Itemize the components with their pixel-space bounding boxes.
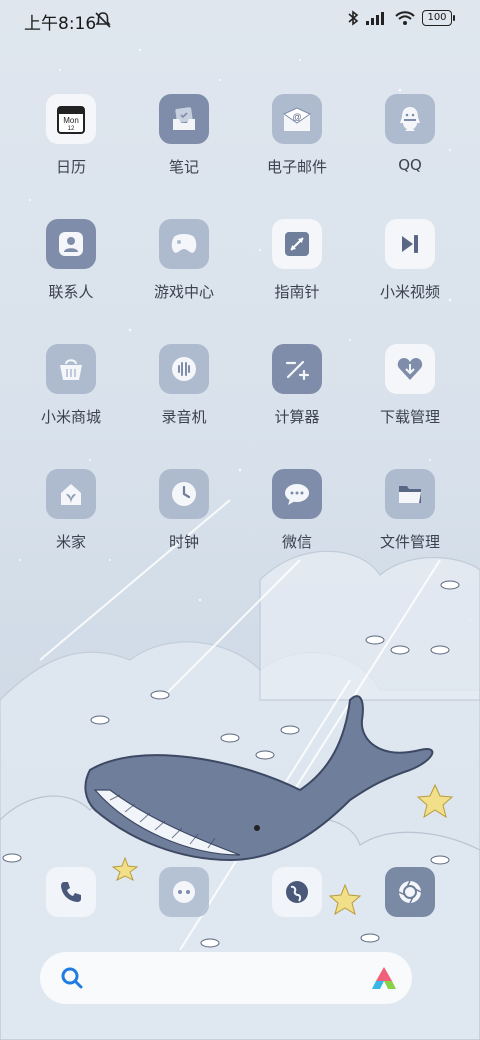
camera-icon (398, 880, 422, 904)
calculator-icon (272, 344, 322, 394)
app-game-center[interactable]: 游戏中心 (134, 219, 234, 302)
email-icon: @ (272, 94, 322, 144)
app-recorder[interactable]: 录音机 (134, 344, 234, 427)
app-contacts[interactable]: 联系人 (21, 219, 121, 302)
app-label: 时钟 (168, 533, 199, 551)
bluetooth-icon (348, 10, 359, 26)
app-mi-store[interactable]: 小米商城 (21, 344, 121, 427)
calendar-day: 12 (68, 126, 75, 132)
contacts-icon (46, 219, 96, 269)
app-clock[interactable]: 时钟 (134, 469, 234, 552)
dock-camera[interactable] (385, 867, 435, 917)
clock-icon (159, 469, 209, 519)
game-center-icon (159, 219, 209, 269)
dock-phone[interactable] (46, 867, 96, 917)
app-label: 游戏中心 (153, 283, 214, 301)
app-qq[interactable]: QQ (360, 94, 460, 174)
app-label: QQ (398, 156, 422, 174)
app-label: 米家 (55, 533, 86, 551)
app-file-manager[interactable]: 文件管理 (360, 469, 460, 552)
app-label: 小米视频 (379, 283, 440, 301)
wechat-icon (272, 469, 322, 519)
app-label: 日历 (55, 158, 86, 176)
dock-browser[interactable] (272, 867, 322, 917)
status-time: 上午8:16 (24, 14, 97, 34)
app-email[interactable]: @ 电子邮件 (247, 94, 347, 177)
file-manager-icon (385, 469, 435, 519)
mi-home-icon (46, 469, 96, 519)
app-mi-home[interactable]: 米家 (21, 469, 121, 552)
app-compass[interactable]: 指南针 (247, 219, 347, 302)
phone-icon (61, 882, 81, 902)
store-icon (46, 344, 96, 394)
battery-level: 100 (427, 12, 447, 23)
qq-icon (385, 94, 435, 144)
calendar-month: Mon (63, 116, 79, 125)
app-notes[interactable]: 笔记 (134, 94, 234, 177)
app-label: 文件管理 (379, 533, 440, 551)
app-label: 联系人 (48, 283, 94, 301)
app-wechat[interactable]: 微信 (247, 469, 347, 552)
messages-icon (173, 881, 195, 903)
status-bar: 上午8:16 100 (0, 0, 480, 40)
app-calculator[interactable]: 计算器 (247, 344, 347, 427)
app-label: 小米商城 (40, 408, 101, 426)
signal-icon (366, 12, 384, 25)
recorder-icon (159, 344, 209, 394)
app-download-manager[interactable]: 下载管理 (360, 344, 460, 427)
video-icon (385, 219, 435, 269)
calendar-icon: Mon 12 (46, 94, 96, 144)
dock-messages[interactable] (159, 867, 209, 917)
app-mi-video[interactable]: 小米视频 (360, 219, 460, 302)
app-label: 微信 (281, 533, 312, 551)
assistant-icon[interactable] (370, 965, 398, 991)
app-label: 指南针 (274, 283, 320, 301)
app-label: 录音机 (161, 408, 207, 426)
svg-text:@: @ (292, 112, 301, 122)
app-label: 电子邮件 (266, 158, 327, 176)
search-icon (61, 967, 83, 989)
app-label: 计算器 (274, 408, 320, 426)
app-label: 笔记 (168, 158, 199, 176)
compass-icon (272, 219, 322, 269)
wifi-icon (395, 10, 415, 25)
battery-icon: 100 (422, 10, 455, 26)
bell-muted-icon (95, 12, 111, 28)
download-icon (385, 344, 435, 394)
search-bar[interactable] (40, 952, 412, 1004)
app-label: 下载管理 (379, 408, 440, 426)
notes-icon (159, 94, 209, 144)
browser-icon (286, 881, 308, 903)
app-calendar[interactable]: Mon 12 日历 (21, 94, 121, 177)
